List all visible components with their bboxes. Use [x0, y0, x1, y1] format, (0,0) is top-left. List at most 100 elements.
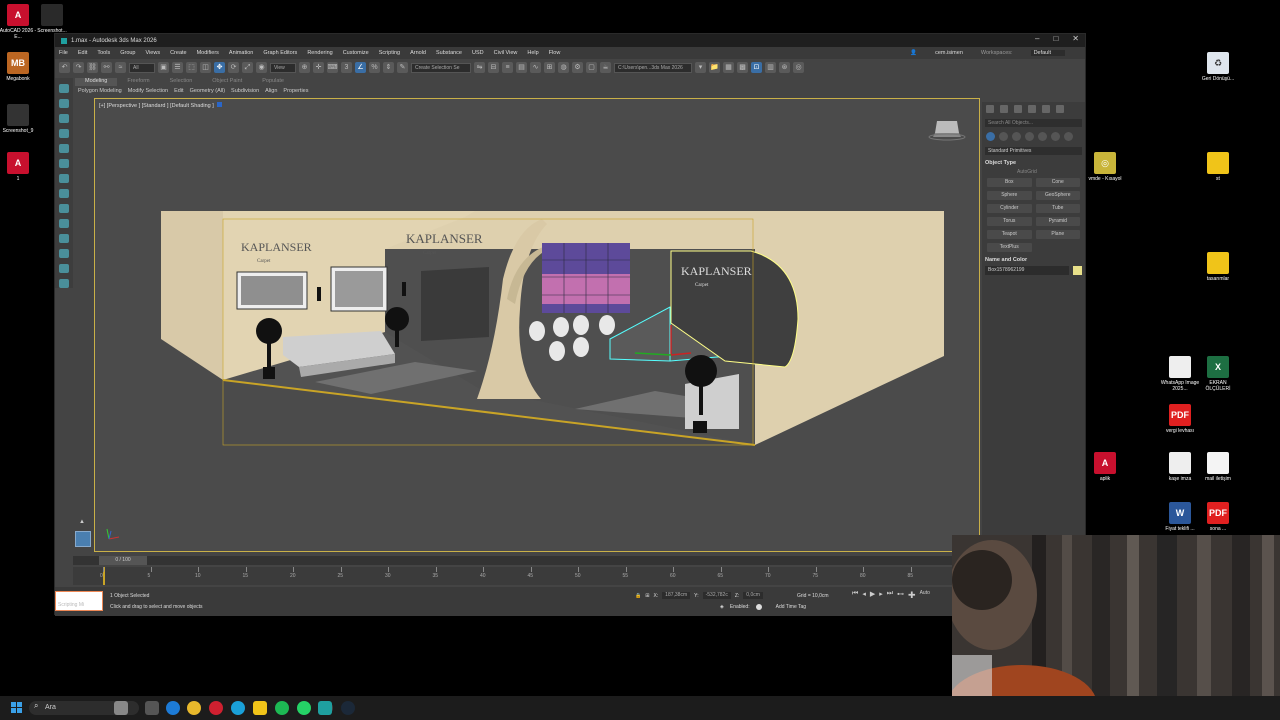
time-slider[interactable]: 0 / 100: [73, 556, 953, 565]
time-config-button[interactable]: [75, 531, 91, 547]
whatsapp-icon[interactable]: [297, 701, 311, 715]
menu-item-edit[interactable]: Edit: [78, 50, 87, 56]
selection-filter-select[interactable]: All: [129, 62, 155, 73]
prev-frame-icon[interactable]: ◂: [862, 590, 866, 601]
desktop-shortcut[interactable]: ◎ vmde - Kısayol: [1085, 152, 1125, 182]
named-selection-set-select[interactable]: Create Selection Se: [411, 62, 471, 73]
spinner-snap-icon[interactable]: ⇕: [383, 62, 394, 73]
adaptive-degradation-icon[interactable]: ◈: [720, 604, 724, 610]
ribbon-panel-subdivision[interactable]: Subdivision: [231, 88, 259, 94]
name-color-header[interactable]: Name and Color: [985, 257, 1082, 263]
desktop-shortcut[interactable]: tasarımlar: [1198, 252, 1238, 282]
search-objects-input[interactable]: Search All Objects...: [985, 119, 1082, 127]
user-name[interactable]: cem.isimen: [935, 50, 963, 56]
ribbon-tab-selection[interactable]: Selection: [160, 78, 203, 86]
go-to-start-icon[interactable]: ⏮: [852, 590, 858, 601]
spacewarp-tool-icon[interactable]: [59, 189, 69, 198]
menu-item-flow[interactable]: Flow: [549, 50, 561, 56]
ribbon-panel-modify-selection[interactable]: Modify Selection: [128, 88, 168, 94]
perspective-viewport[interactable]: [+] [Perspective ] [Standard ] [Default …: [75, 98, 980, 552]
close-button[interactable]: ✕: [1072, 34, 1079, 43]
time-slider-thumb[interactable]: 0 / 100: [99, 556, 147, 565]
undo-icon[interactable]: ↶: [59, 62, 70, 73]
steam-icon[interactable]: [341, 701, 355, 715]
pivot-icon[interactable]: ⊕: [299, 62, 310, 73]
add-time-tag-button[interactable]: Add Time Tag: [776, 604, 806, 610]
primitive-tube-button[interactable]: Tube: [1035, 204, 1080, 213]
primitive-torus-button[interactable]: Torus: [987, 217, 1032, 226]
3dsmax-icon[interactable]: [318, 701, 332, 715]
desktop-shortcut[interactable]: WhatsApp Image 2025...: [1160, 356, 1200, 392]
menu-item-modifiers[interactable]: Modifiers: [197, 50, 219, 56]
menu-item-scripting[interactable]: Scripting: [379, 50, 400, 56]
workspaces-select[interactable]: Default: [1030, 50, 1065, 56]
primitive-cylinder-button[interactable]: Cylinder: [987, 204, 1032, 213]
play-icon[interactable]: ▶: [870, 590, 875, 601]
container-tool-icon[interactable]: [59, 249, 69, 258]
scene-explorer-tool-icon[interactable]: [59, 84, 69, 93]
modify-tab-icon[interactable]: [1000, 105, 1008, 113]
material-editor-icon[interactable]: ◍: [558, 62, 569, 73]
object-name-input[interactable]: Box1578962199: [985, 266, 1069, 275]
viewport-layout-icon[interactable]: ▦: [723, 62, 734, 73]
scale-icon[interactable]: ⤢: [242, 62, 253, 73]
utilities-tab-icon[interactable]: [1056, 105, 1064, 113]
render-frame-icon[interactable]: ▢: [586, 62, 597, 73]
ribbon-panel-polygon-modeling[interactable]: Polygon Modeling: [78, 88, 122, 94]
project-path-field[interactable]: C:\Users\pen...3ds Max 2026: [614, 62, 692, 73]
spacewarps-category-icon[interactable]: [1051, 132, 1060, 141]
primitive-cone-button[interactable]: Cone: [1035, 178, 1080, 187]
camera-tool-icon[interactable]: [59, 159, 69, 168]
file-explorer-icon[interactable]: [253, 701, 267, 715]
edge-icon[interactable]: [166, 701, 180, 715]
menu-item-tools[interactable]: Tools: [97, 50, 110, 56]
rotate-icon[interactable]: ⟳: [228, 62, 239, 73]
menu-item-graph-editors[interactable]: Graph Editors: [263, 50, 297, 56]
primitive-teapot-button[interactable]: Teapot: [987, 230, 1032, 239]
browser-icon[interactable]: [231, 701, 245, 715]
desktop-shortcut[interactable]: kaşe imza: [1160, 452, 1200, 482]
arnold-icon[interactable]: ◎: [793, 62, 804, 73]
filter-tool-icon[interactable]: [59, 99, 69, 108]
scroll-up-arrow-icon[interactable]: ▲: [79, 519, 85, 525]
menu-item-rendering[interactable]: Rendering: [307, 50, 332, 56]
scripting-icon[interactable]: ⊛: [779, 62, 790, 73]
selection-lock-icon[interactable]: 🔒: [635, 593, 641, 599]
key-mode-icon[interactable]: ⊷: [897, 590, 904, 601]
project-folder-icon[interactable]: ▾: [695, 62, 706, 73]
object-type-header[interactable]: Object Type: [985, 160, 1082, 166]
z-coordinate-field[interactable]: 0,0cm: [743, 592, 763, 599]
reference-coord-select[interactable]: View: [270, 62, 296, 73]
desktop-shortcut[interactable]: W Fiyat teklifi ...: [1160, 502, 1200, 532]
edit-named-selections-icon[interactable]: ✎: [397, 62, 408, 73]
menu-item-views[interactable]: Views: [146, 50, 161, 56]
menu-item-customize[interactable]: Customize: [343, 50, 369, 56]
ribbon-panel-geometry-all-[interactable]: Geometry (All): [190, 88, 225, 94]
widget-icon[interactable]: [114, 701, 128, 715]
geometry-category-icon[interactable]: [986, 132, 995, 141]
primitive-type-select[interactable]: Standard Primitives: [985, 147, 1082, 155]
lights-category-icon[interactable]: [1012, 132, 1021, 141]
link-icon[interactable]: ⛓: [87, 62, 98, 73]
maxscript-listener[interactable]: Scripting Mi: [55, 591, 103, 611]
systems-category-icon[interactable]: [1064, 132, 1073, 141]
autogrid-checkbox[interactable]: AutoGrid: [1017, 169, 1085, 175]
menu-item-create[interactable]: Create: [170, 50, 187, 56]
percent-snap-icon[interactable]: %: [369, 62, 380, 73]
desktop-shortcut[interactable]: MB Megabonk: [0, 52, 38, 82]
menu-item-civil-view[interactable]: Civil View: [494, 50, 518, 56]
auto-key-button[interactable]: Auto: [920, 590, 930, 601]
ribbon-panel-edit[interactable]: Edit: [174, 88, 183, 94]
primitive-geosphere-button[interactable]: GeoSphere: [1035, 191, 1080, 200]
spotify-icon[interactable]: [275, 701, 289, 715]
ribbon-tab-object-paint[interactable]: Object Paint: [202, 78, 252, 86]
desktop-shortcut[interactable]: Screenshot...: [32, 4, 72, 34]
toggle-ribbon-icon[interactable]: ▤: [516, 62, 527, 73]
hierarchy-tab-icon[interactable]: [1014, 105, 1022, 113]
desktop-shortcut[interactable]: PDF vergi levhası: [1160, 404, 1200, 434]
primitive-pyramid-button[interactable]: Pyramid: [1035, 217, 1080, 226]
create-tab-icon[interactable]: [986, 105, 994, 113]
helpers-category-icon[interactable]: [1038, 132, 1047, 141]
ribbon-panel-align[interactable]: Align: [265, 88, 277, 94]
select-by-name-icon[interactable]: ☰: [172, 62, 183, 73]
